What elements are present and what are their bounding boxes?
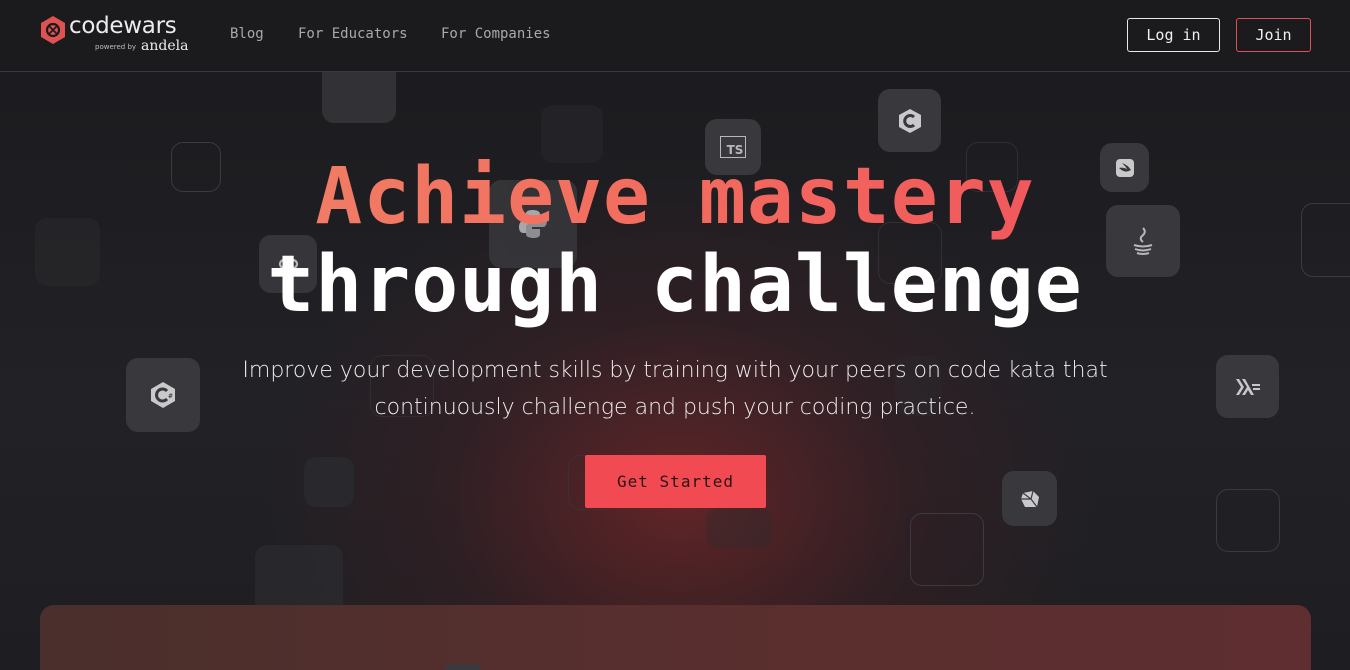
c-language-icon (898, 108, 921, 133)
logo-powered-by: powered by (95, 43, 137, 51)
tile-blank (706, 508, 772, 548)
tile-blank (304, 457, 354, 507)
ruby-icon (1020, 490, 1039, 507)
codewars-logo[interactable]: codewars powered by andela (39, 13, 199, 59)
logo-partner: andela (141, 38, 189, 54)
codewars-logo-icon (41, 16, 65, 44)
tile-outline (1216, 489, 1280, 552)
nav-link-blog[interactable]: Blog (230, 26, 264, 42)
c-language-tile (878, 89, 941, 152)
login-button[interactable]: Log in (1127, 18, 1220, 52)
get-started-button[interactable]: Get Started (585, 455, 766, 508)
tile-outline (910, 513, 984, 586)
logo-wordmark: codewars (69, 13, 177, 39)
hero-headline-line-1: Achieve mastery (0, 152, 1350, 242)
nav-link-for-educators[interactable]: For Educators (298, 26, 408, 42)
page: TS # codewars powered by andela Blog For… (0, 0, 1350, 670)
hero-subtitle: Improve your development skills by train… (242, 358, 1108, 420)
join-button[interactable]: Join (1236, 18, 1311, 52)
preview-panel (40, 605, 1311, 670)
svg-text:#: # (168, 393, 173, 400)
preview-scroll-handle (446, 664, 480, 670)
csharp-icon: # (151, 382, 175, 408)
haskell-icon (1235, 378, 1260, 395)
nav-link-for-companies[interactable]: For Companies (441, 26, 551, 42)
ruby-tile (1002, 471, 1057, 526)
haskell-tile (1216, 355, 1279, 418)
navbar: codewars powered by andela Blog For Educ… (0, 0, 1350, 72)
hero-headline-line-2: through challenge (267, 240, 1083, 330)
